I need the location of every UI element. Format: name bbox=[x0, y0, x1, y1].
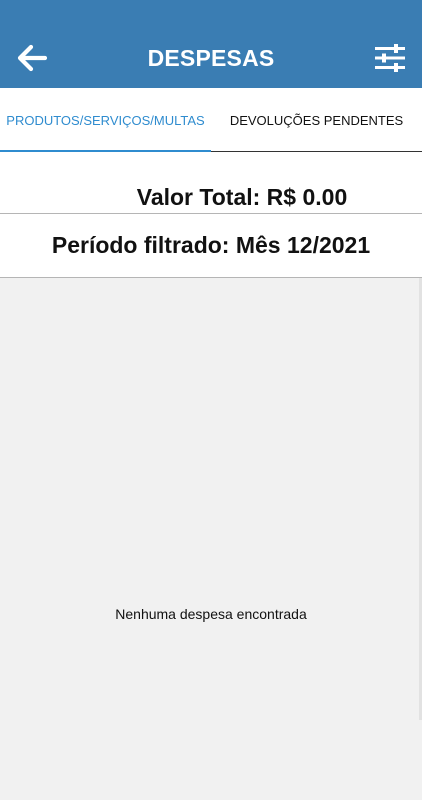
total-value: Valor Total: R$ 0.00 bbox=[136, 184, 348, 210]
period-filter: Período filtrado: Mês 12/2021 bbox=[51, 232, 371, 258]
empty-state-message: Nenhuma despesa encontrada bbox=[115, 606, 307, 622]
total-row: Valor Total: R$ 0.00 bbox=[0, 152, 422, 214]
tab-devolucoes-pendentes[interactable]: DEVOLUÇÕES PENDENTES bbox=[211, 88, 422, 152]
period-row: Período filtrado: Mês 12/2021 bbox=[0, 214, 422, 278]
summary-panel: Valor Total: R$ 0.00 Período filtrado: M… bbox=[0, 152, 422, 278]
tab-produtos-servicos-multas[interactable]: PRODUTOS/SERVIÇOS/MULTAS bbox=[0, 88, 211, 152]
tab-bar: PRODUTOS/SERVIÇOS/MULTAS DEVOLUÇÕES PEND… bbox=[0, 88, 422, 152]
sliders-icon bbox=[375, 44, 405, 72]
app-bar: DESPESAS bbox=[0, 0, 422, 88]
tab-label: PRODUTOS/SERVIÇOS/MULTAS bbox=[6, 112, 205, 128]
filter-button[interactable] bbox=[372, 40, 408, 76]
page-title: DESPESAS bbox=[147, 45, 275, 71]
expense-list[interactable]: Nenhuma despesa encontrada bbox=[0, 278, 422, 800]
tab-label: DEVOLUÇÕES PENDENTES bbox=[229, 112, 404, 128]
